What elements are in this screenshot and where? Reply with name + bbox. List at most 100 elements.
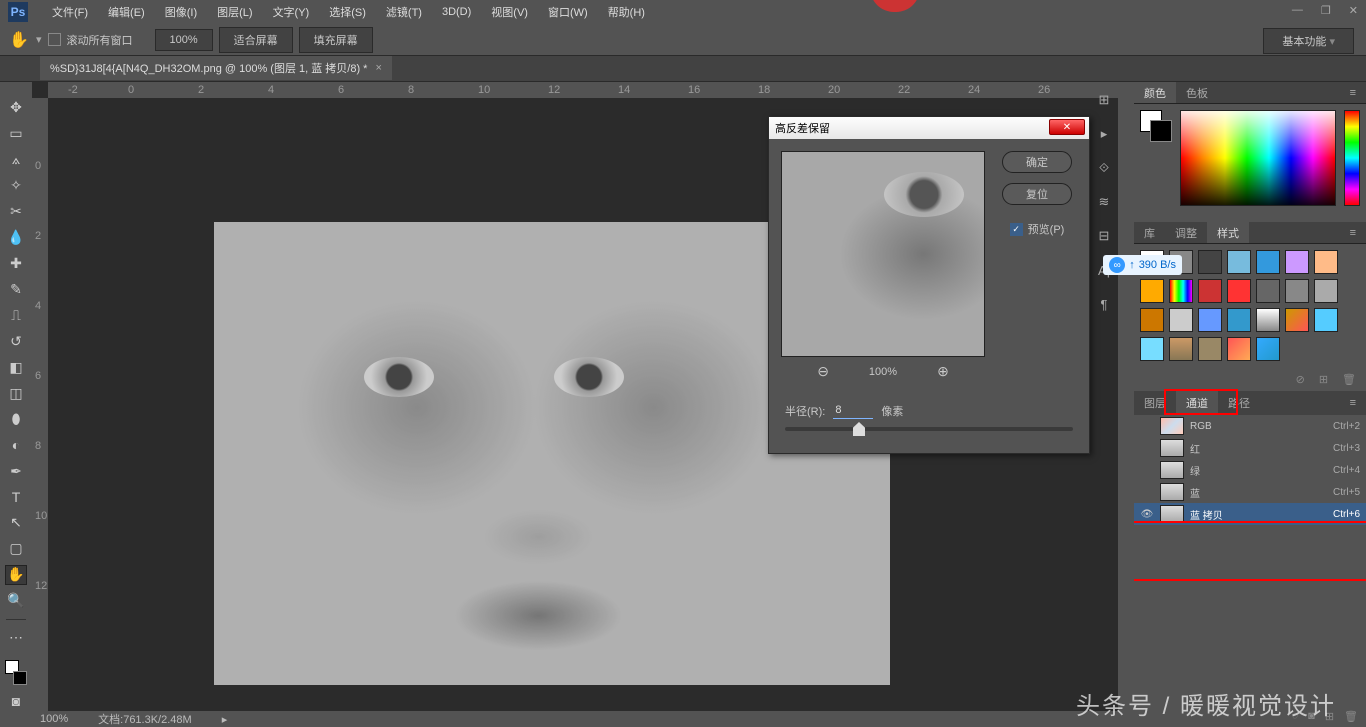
new-channel-icon[interactable]: ⊞ xyxy=(1325,710,1334,723)
zoom-value[interactable]: 100% xyxy=(155,29,213,51)
color-spectrum[interactable] xyxy=(1180,110,1336,206)
quick-mask-icon[interactable]: ◙ xyxy=(5,691,27,711)
zoom-tool-icon[interactable]: 🔍 xyxy=(5,591,27,611)
channel-row[interactable]: 👁蓝 拷贝Ctrl+6 xyxy=(1134,503,1366,525)
info-icon[interactable]: ¶ xyxy=(1094,294,1114,314)
style-swatch[interactable] xyxy=(1198,337,1222,361)
zoom-in-icon[interactable]: ⊕ xyxy=(937,363,949,380)
scroll-all-checkbox[interactable] xyxy=(48,33,61,46)
brush-tool-icon[interactable]: ✎ xyxy=(5,280,27,300)
channel-row[interactable]: RGBCtrl+2 xyxy=(1134,415,1366,437)
window-close-icon[interactable]: ✕ xyxy=(1349,4,1358,17)
menu-select[interactable]: 选择(S) xyxy=(319,0,376,24)
visibility-icon[interactable]: 👁 xyxy=(1140,507,1154,521)
tab-channels[interactable]: 通道 xyxy=(1176,391,1218,415)
lasso-tool-icon[interactable]: ⟑ xyxy=(5,150,27,170)
gradient-tool-icon[interactable]: ◫ xyxy=(5,383,27,403)
channel-row[interactable]: 绿Ctrl+4 xyxy=(1134,459,1366,481)
style-swatch[interactable] xyxy=(1198,308,1222,332)
magic-wand-tool-icon[interactable]: ✧ xyxy=(5,176,27,196)
panel-menu-icon[interactable]: ≡ xyxy=(1340,391,1366,415)
history-icon[interactable]: ⟐ xyxy=(1094,158,1114,178)
style-swatch[interactable] xyxy=(1169,308,1193,332)
shape-tool-icon[interactable]: ▢ xyxy=(5,539,27,559)
style-swatch[interactable] xyxy=(1314,279,1338,303)
channel-row[interactable]: 红Ctrl+3 xyxy=(1134,437,1366,459)
path-tool-icon[interactable]: ↖ xyxy=(5,513,27,533)
preview-checkbox[interactable]: ✓ xyxy=(1010,223,1023,236)
window-restore-icon[interactable]: ❐ xyxy=(1321,4,1331,17)
slider-thumb[interactable] xyxy=(853,422,865,436)
tab-close-icon[interactable]: × xyxy=(375,62,381,74)
style-swatch[interactable] xyxy=(1285,279,1309,303)
style-swatch[interactable] xyxy=(1227,337,1251,361)
hand-tool-icon[interactable]: ✋ xyxy=(5,565,27,585)
tab-adjust[interactable]: 调整 xyxy=(1165,222,1207,243)
style-swatch[interactable] xyxy=(1227,308,1251,332)
channel-row[interactable]: 蓝Ctrl+5 xyxy=(1134,481,1366,503)
tab-swatches[interactable]: 色板 xyxy=(1176,82,1218,103)
status-zoom[interactable]: 100% xyxy=(40,713,68,725)
delete-style-icon[interactable]: 🗑 xyxy=(1342,373,1356,386)
menu-layer[interactable]: 图层(L) xyxy=(207,0,262,24)
menu-help[interactable]: 帮助(H) xyxy=(598,0,655,24)
menu-type[interactable]: 文字(Y) xyxy=(263,0,320,24)
delete-channel-icon[interactable]: 🗑 xyxy=(1344,710,1358,723)
eyedropper-tool-icon[interactable]: 💧 xyxy=(5,228,27,248)
history-brush-tool-icon[interactable]: ↺ xyxy=(5,331,27,351)
menu-window[interactable]: 窗口(W) xyxy=(538,0,598,24)
visibility-icon[interactable] xyxy=(1140,441,1154,455)
hand-tool-icon[interactable]: ✋ xyxy=(8,29,30,51)
visibility-icon[interactable] xyxy=(1140,419,1154,433)
panel-menu-icon[interactable]: ≡ xyxy=(1340,222,1366,243)
status-more-icon[interactable]: ▸ xyxy=(222,713,228,726)
tab-layers[interactable]: 图层 xyxy=(1134,391,1176,415)
menu-3d[interactable]: 3D(D) xyxy=(432,0,481,24)
workspace-mode[interactable]: 基本功能 ▾ xyxy=(1263,28,1354,54)
hue-bar[interactable] xyxy=(1344,110,1360,206)
radius-input[interactable] xyxy=(833,402,873,419)
expand-icon[interactable]: ▸ xyxy=(1094,124,1114,144)
load-selection-icon[interactable]: ◌ xyxy=(1292,710,1299,722)
menu-view[interactable]: 视图(V) xyxy=(481,0,538,24)
style-swatch[interactable] xyxy=(1256,308,1280,332)
style-swatch[interactable] xyxy=(1314,250,1338,274)
dodge-tool-icon[interactable]: ◐ xyxy=(5,435,27,455)
document-tab[interactable]: %SD}31J8[4{A[N4Q_DH32OM.png @ 100% (图层 1… xyxy=(40,56,392,80)
tab-paths[interactable]: 路径 xyxy=(1218,391,1260,415)
visibility-icon[interactable] xyxy=(1140,463,1154,477)
fill-screen-button[interactable]: 填充屏幕 xyxy=(299,27,373,53)
panel-icon[interactable]: ⊞ xyxy=(1094,90,1114,110)
healing-tool-icon[interactable]: ✚ xyxy=(5,254,27,274)
pen-tool-icon[interactable]: ✒ xyxy=(5,461,27,481)
stamp-tool-icon[interactable]: ⎍ xyxy=(5,306,27,326)
ok-button[interactable]: 确定 xyxy=(1002,151,1072,173)
zoom-out-icon[interactable]: ⊖ xyxy=(817,363,829,380)
style-swatch[interactable] xyxy=(1169,337,1193,361)
style-swatch[interactable] xyxy=(1285,308,1309,332)
crop-tool-icon[interactable]: ✂ xyxy=(5,202,27,222)
dialog-preview[interactable] xyxy=(781,151,985,357)
style-swatch[interactable] xyxy=(1198,279,1222,303)
window-minimize-icon[interactable]: — xyxy=(1292,4,1303,17)
style-swatch[interactable] xyxy=(1227,250,1251,274)
menu-edit[interactable]: 编辑(E) xyxy=(98,0,155,24)
move-tool-icon[interactable]: ✥ xyxy=(5,98,27,118)
style-swatch[interactable] xyxy=(1198,250,1222,274)
brush-icon[interactable]: ≋ xyxy=(1094,192,1114,212)
eraser-tool-icon[interactable]: ◧ xyxy=(5,357,27,377)
dialog-titlebar[interactable]: 高反差保留 ✕ xyxy=(769,117,1089,139)
radius-slider[interactable] xyxy=(785,427,1073,431)
blur-tool-icon[interactable]: ⬮ xyxy=(5,409,27,429)
tab-library[interactable]: 库 xyxy=(1134,222,1165,243)
style-swatch[interactable] xyxy=(1256,337,1280,361)
menu-file[interactable]: 文件(F) xyxy=(42,0,98,24)
fg-bg-colors[interactable] xyxy=(5,660,27,685)
style-swatch[interactable] xyxy=(1140,279,1164,303)
style-swatch[interactable] xyxy=(1285,250,1309,274)
save-selection-icon[interactable]: ◙ xyxy=(1308,710,1315,722)
visibility-icon[interactable] xyxy=(1140,485,1154,499)
panel-menu-icon[interactable]: ≡ xyxy=(1340,82,1366,103)
color-fg-bg[interactable] xyxy=(1140,110,1172,142)
style-swatch[interactable] xyxy=(1169,279,1193,303)
